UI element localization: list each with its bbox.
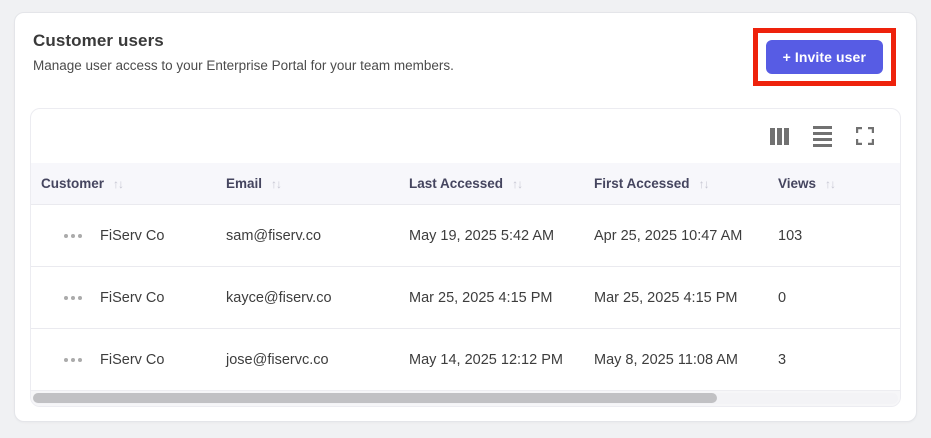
- sort-icon: ↑↓: [698, 176, 710, 191]
- column-header-label: Customer: [41, 176, 105, 191]
- table-row: FiServ Co jose@fiservc.co May 14, 2025 1…: [31, 328, 900, 390]
- column-header-last-accessed[interactable]: Last Accessed ↑↓: [399, 176, 584, 191]
- column-header-label: First Accessed: [594, 176, 690, 191]
- customer-name: FiServ Co: [100, 227, 165, 244]
- customer-name: FiServ Co: [100, 351, 165, 368]
- panel-header-text: Customer users Manage user access to you…: [33, 31, 454, 73]
- invite-user-button[interactable]: + Invite user: [765, 40, 883, 74]
- table-toolbar: [31, 109, 900, 163]
- customer-name: FiServ Co: [100, 289, 165, 306]
- fullscreen-icon[interactable]: [856, 127, 874, 145]
- table-row: FiServ Co kayce@fiserv.co Mar 25, 2025 4…: [31, 266, 900, 328]
- email-cell: jose@fiservc.co: [226, 351, 329, 368]
- sort-icon: ↑↓: [512, 176, 523, 191]
- row-density-icon[interactable]: [813, 125, 832, 147]
- columns-icon[interactable]: [770, 127, 789, 145]
- sort-icon: ↑↓: [113, 176, 124, 191]
- column-header-views[interactable]: Views ↑↓: [768, 176, 900, 191]
- column-header-email[interactable]: Email ↑↓: [216, 176, 399, 191]
- customer-cell: FiServ Co: [31, 290, 216, 306]
- users-table: Customer ↑↓ Email ↑↓ Last Accessed ↑↓ Fi…: [30, 108, 901, 407]
- column-header-label: Views: [778, 176, 817, 191]
- customer-cell: FiServ Co: [31, 352, 216, 368]
- page-subtitle: Manage user access to your Enterprise Po…: [33, 58, 454, 73]
- email-cell: sam@fiserv.co: [226, 227, 322, 244]
- column-header-label: Last Accessed: [409, 176, 504, 191]
- annotation-highlight-box: + Invite user: [752, 28, 896, 86]
- customer-cell: FiServ Co: [31, 228, 216, 244]
- first-accessed-cell: May 8, 2025 11:08 AM: [594, 351, 739, 368]
- fullscreen-icon-glyph: [856, 127, 874, 145]
- scrollbar-thumb[interactable]: [33, 393, 717, 403]
- row-actions-button[interactable]: [62, 354, 84, 366]
- last-accessed-cell: May 19, 2025 5:42 AM: [409, 227, 555, 244]
- views-cell: 3: [778, 351, 787, 368]
- sort-icon: ↑↓: [825, 176, 836, 191]
- page-title: Customer users: [33, 31, 164, 50]
- first-accessed-cell: Apr 25, 2025 10:47 AM: [594, 227, 743, 244]
- table-header-row: Customer ↑↓ Email ↑↓ Last Accessed ↑↓ Fi…: [31, 163, 900, 204]
- row-actions-button[interactable]: [62, 292, 84, 304]
- first-accessed-cell: Mar 25, 2025 4:15 PM: [594, 289, 738, 306]
- columns-icon-glyph: [770, 127, 789, 145]
- row-density-icon-glyph: [813, 125, 832, 147]
- column-header-label: Email: [226, 176, 263, 191]
- sort-icon: ↑↓: [271, 176, 282, 191]
- panel-header: Customer users Manage user access to you…: [15, 13, 916, 86]
- last-accessed-cell: Mar 25, 2025 4:15 PM: [409, 289, 553, 306]
- views-cell: 103: [778, 227, 803, 244]
- column-header-first-accessed[interactable]: First Accessed ↑↓: [584, 176, 768, 191]
- last-accessed-cell: May 14, 2025 12:12 PM: [409, 351, 563, 368]
- table-row: FiServ Co sam@fiserv.co May 19, 2025 5:4…: [31, 204, 900, 266]
- views-cell: 0: [778, 289, 787, 306]
- row-actions-button[interactable]: [62, 230, 84, 242]
- horizontal-scrollbar[interactable]: [31, 390, 900, 406]
- customer-users-panel: Customer users Manage user access to you…: [14, 12, 917, 422]
- column-header-customer[interactable]: Customer ↑↓: [31, 176, 216, 191]
- email-cell: kayce@fiserv.co: [226, 289, 332, 306]
